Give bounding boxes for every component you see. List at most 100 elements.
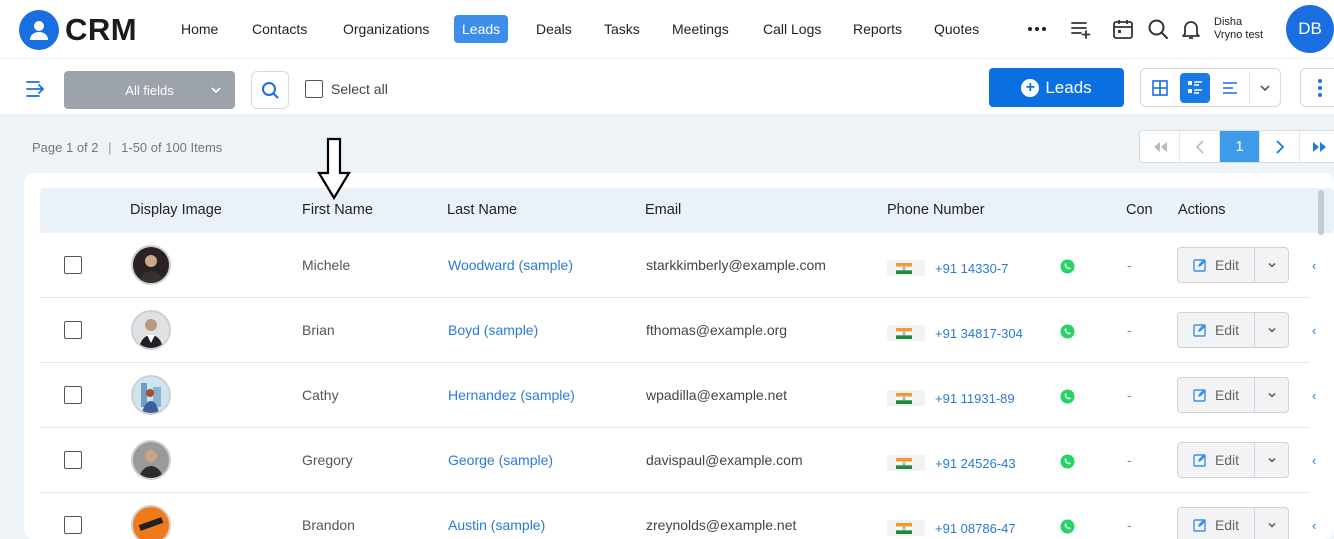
pagination: 1 [1139,130,1334,163]
first-name-cell: Brandon [302,517,355,533]
row-checkbox[interactable] [64,386,82,409]
last-page-button[interactable] [1300,131,1334,162]
edit-label: Edit [1214,322,1240,338]
email-cell: davispaul@example.com [646,452,803,468]
user-name[interactable]: Disha Vryno test [1214,16,1263,42]
search-icon[interactable] [1146,17,1170,41]
list-toolbar: All fields Select all + Leads [0,58,1334,114]
list-view-button[interactable] [1179,72,1211,103]
email-cell: fthomas@example.org [646,322,788,338]
nav-contacts[interactable]: Contacts [244,15,315,43]
edit-button-group: Edit [1177,247,1289,283]
edit-button-group: Edit [1177,377,1289,413]
header-email[interactable]: Email [645,202,681,218]
nav-deals[interactable]: Deals [528,15,580,43]
add-lead-button[interactable]: + Leads [989,68,1124,107]
nav-quotes[interactable]: Quotes [926,15,987,43]
last-name-link[interactable]: Woodward (sample) [448,257,573,273]
phone-link[interactable]: +91 34817-304 [935,326,1023,341]
header-company-truncated[interactable]: Con [1126,202,1153,218]
nav-meetings[interactable]: Meetings [664,15,737,43]
double-chevron-left-icon [1153,141,1167,152]
search-button[interactable] [251,71,289,109]
compact-view-button[interactable] [1214,73,1245,103]
last-name-link[interactable]: George (sample) [448,452,553,468]
chevron-down-icon [1267,262,1276,268]
email-cell: zreynolds@example.net [646,517,797,533]
row-checkbox[interactable] [64,321,82,344]
next-page-button[interactable] [1260,131,1300,162]
row-overflow-link[interactable]: ‹ [1312,453,1316,468]
edit-label: Edit [1214,517,1240,533]
whatsapp-icon[interactable] [1060,519,1075,534]
last-name-link[interactable]: Austin (sample) [448,517,545,533]
edit-options-dropdown[interactable] [1255,313,1288,347]
whatsapp-icon[interactable] [1060,259,1075,274]
more-actions-button[interactable] [1300,68,1334,107]
whatsapp-icon[interactable] [1060,324,1075,339]
phone-link[interactable]: +91 11931-89 [935,391,1015,406]
whatsapp-icon[interactable] [1060,454,1075,469]
whatsapp-icon[interactable] [1060,389,1075,404]
row-divider [40,362,1310,363]
nav-leads[interactable]: Leads [454,15,509,43]
add-list-icon[interactable] [1069,17,1093,41]
nav-reports[interactable]: Reports [845,15,910,43]
phone-link[interactable]: +91 08786-47 [935,521,1016,536]
first-page-button[interactable] [1140,131,1180,162]
row-overflow-link[interactable]: ‹ [1312,518,1316,533]
chevron-down-icon [1267,392,1276,398]
last-name-link[interactable]: Boyd (sample) [448,322,538,338]
edit-button[interactable]: Edit [1178,508,1255,539]
search-field-select[interactable]: All fields [64,71,235,109]
edit-icon [1193,389,1206,402]
avatar[interactable]: DB [1286,5,1334,53]
row-overflow-link[interactable]: ‹ [1312,323,1316,338]
crm-logo[interactable]: CRM [19,10,137,50]
more-horizontal-icon[interactable] [1025,17,1049,41]
row-checkbox[interactable] [64,256,82,279]
edit-button[interactable]: Edit [1178,443,1255,477]
sidebar-toggle-icon[interactable] [25,79,49,99]
edit-options-dropdown[interactable] [1255,248,1288,282]
prev-page-button[interactable] [1180,131,1220,162]
select-all-checkbox[interactable] [305,80,323,98]
grid-view-button[interactable] [1145,73,1176,103]
table-scrollbar[interactable] [1318,190,1324,235]
bell-icon[interactable] [1179,17,1203,41]
header-display-image[interactable]: Display Image [130,202,222,218]
row-checkbox[interactable] [64,516,82,539]
nav-organizations[interactable]: Organizations [335,15,437,43]
header-phone-number[interactable]: Phone Number [887,202,985,218]
view-options-dropdown[interactable] [1249,72,1280,103]
edit-button[interactable]: Edit [1178,378,1255,412]
edit-button[interactable]: Edit [1178,313,1255,347]
avatar [131,375,171,415]
nav-call-logs[interactable]: Call Logs [755,15,829,43]
nav-home[interactable]: Home [173,15,226,43]
row-overflow-link[interactable]: ‹ [1312,258,1316,273]
company-cell: - [1127,387,1132,403]
header-last-name[interactable]: Last Name [447,202,517,218]
last-name-link[interactable]: Hernandez (sample) [448,387,575,403]
align-left-icon [1222,81,1237,94]
edit-options-dropdown[interactable] [1255,378,1288,412]
phone-link[interactable]: +91 24526-43 [935,456,1016,471]
edit-button[interactable]: Edit [1178,248,1255,282]
calendar-icon[interactable] [1111,17,1135,41]
edit-options-dropdown[interactable] [1255,508,1288,539]
annotation-down-arrow-icon [317,137,351,200]
first-name-cell: Gregory [302,452,353,468]
row-overflow-link[interactable]: ‹ [1312,388,1316,403]
row-checkbox[interactable] [64,451,82,474]
edit-button-group: Edit [1177,312,1289,348]
nav-tasks[interactable]: Tasks [596,15,648,43]
header-first-name[interactable]: First Name [302,202,373,218]
chevron-down-icon [1267,327,1276,333]
phone-link[interactable]: +91 14330-7 [935,261,1008,276]
edit-options-dropdown[interactable] [1255,443,1288,477]
page-number-1[interactable]: 1 [1220,131,1260,162]
company-cell: - [1127,257,1132,273]
select-all[interactable]: Select all [305,80,388,98]
avatar [131,440,171,480]
